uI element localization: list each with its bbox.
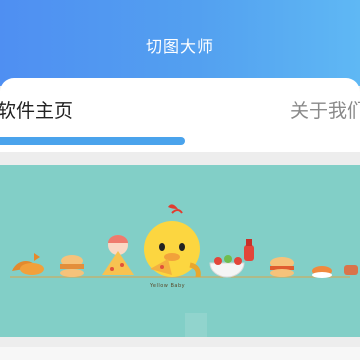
tab-software-home[interactable]: 软件主页 xyxy=(0,96,73,123)
app-header: 切图大师 xyxy=(0,0,360,86)
food-characters-illustration xyxy=(10,204,358,278)
tab-indicator xyxy=(0,137,185,145)
next-card-peek xyxy=(0,347,360,360)
banner-card[interactable]: Yellow Baby xyxy=(0,165,360,337)
divider xyxy=(0,152,360,164)
card-shade xyxy=(185,313,207,337)
page-title: 切图大师 xyxy=(145,37,214,56)
tab-about-us[interactable]: 关于我们 xyxy=(290,96,360,123)
banner-caption: Yellow Baby xyxy=(150,283,186,289)
